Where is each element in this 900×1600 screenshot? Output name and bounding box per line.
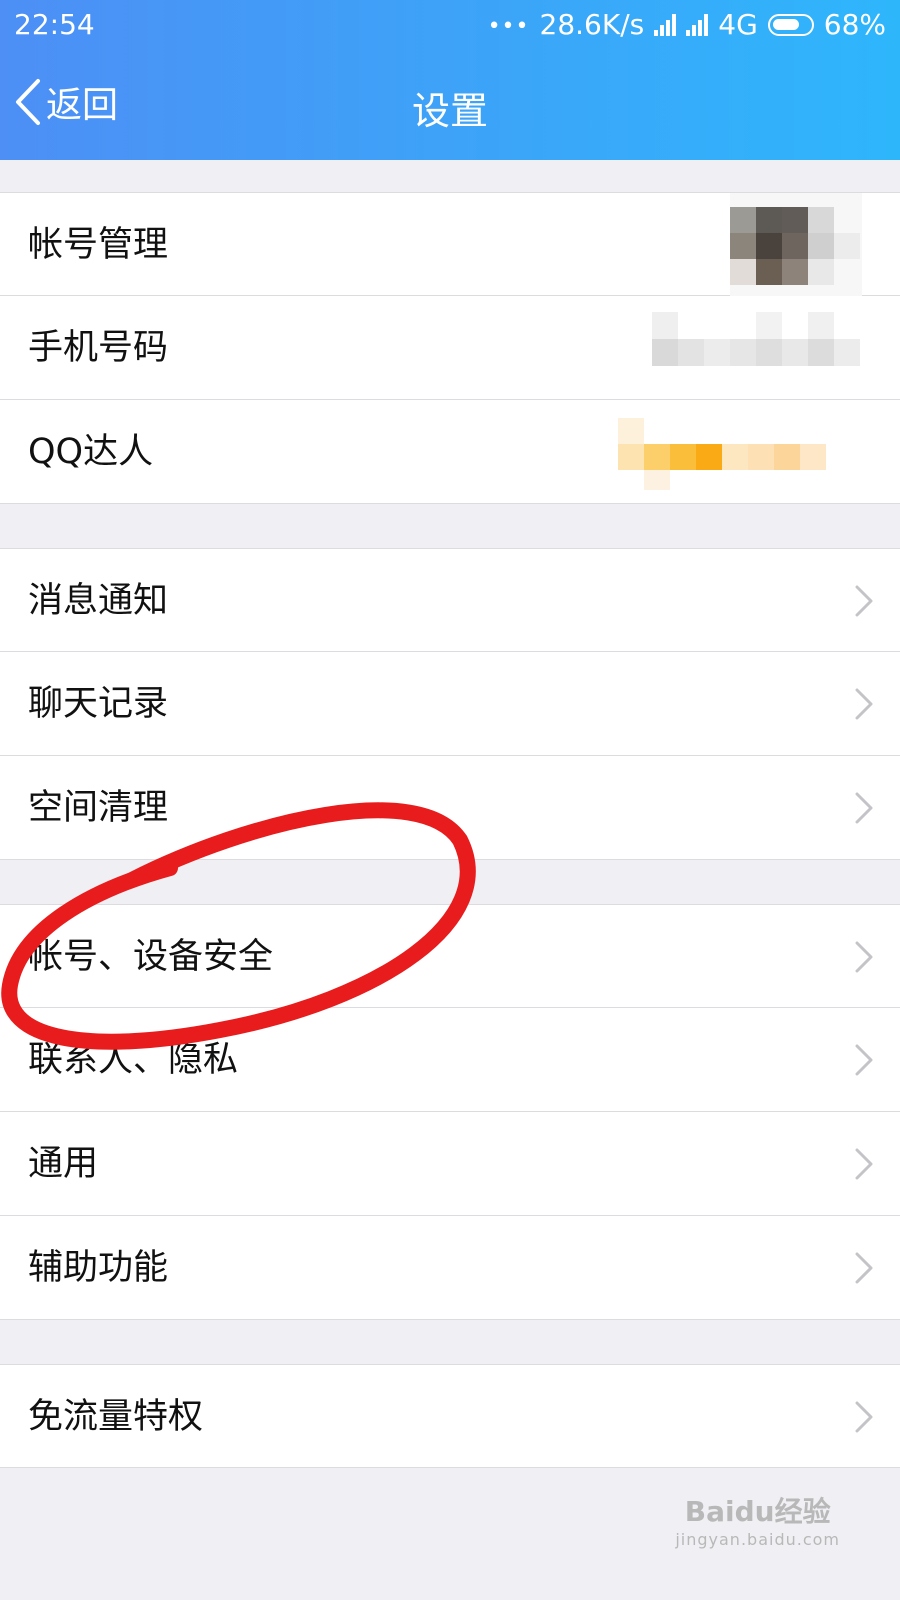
battery-level: 68%: [823, 8, 886, 41]
settings-item-label: 辅助功能: [28, 1248, 169, 1288]
status-indicators: ••• 28.6K/s 4G 68%: [488, 8, 886, 41]
status-bar: 22:54 ••• 28.6K/s 4G 68%: [0, 0, 900, 48]
settings-item-free-data-privilege[interactable]: 免流量特权: [0, 1364, 900, 1468]
settings-item-message-notification[interactable]: 消息通知: [0, 548, 900, 652]
chevron-right-icon: [855, 1252, 873, 1284]
chevron-right-icon: [855, 792, 873, 824]
network-type: 4G: [718, 8, 758, 41]
signal-icon: [654, 13, 677, 36]
signal-icon: [686, 13, 709, 36]
more-dots-icon: •••: [487, 14, 530, 39]
status-time: 22:54: [14, 8, 95, 41]
phone-number-value: [652, 312, 862, 366]
settings-item-chat-history[interactable]: 聊天记录: [0, 652, 900, 756]
chevron-right-icon: [855, 688, 873, 720]
settings-item-label: QQ达人: [28, 432, 154, 472]
settings-item-phone-number[interactable]: 手机号码: [0, 296, 900, 400]
settings-item-contacts-privacy[interactable]: 联系人、隐私: [0, 1008, 900, 1112]
settings-item-label: 手机号码: [28, 328, 169, 368]
qq-talent-badge: [618, 418, 828, 490]
settings-item-accessibility[interactable]: 辅助功能: [0, 1216, 900, 1320]
settings-item-account-device-security[interactable]: 帐号、设备安全: [0, 904, 900, 1008]
settings-item-label: 通用: [28, 1144, 99, 1184]
settings-item-label: 空间清理: [28, 788, 169, 828]
chevron-right-icon: [855, 1148, 873, 1180]
settings-item-label: 聊天记录: [28, 684, 169, 724]
settings-item-label: 联系人、隐私: [28, 1040, 239, 1080]
baidu-watermark: Baidu经验 jingyan.baidu.com: [675, 1490, 840, 1549]
settings-item-account-management[interactable]: 帐号管理: [0, 192, 900, 297]
chevron-right-icon: [855, 1401, 873, 1433]
chevron-right-icon: [855, 1044, 873, 1076]
chevron-right-icon: [855, 585, 873, 617]
settings-item-label: 消息通知: [28, 581, 169, 621]
settings-item-qq-talent[interactable]: QQ达人: [0, 400, 900, 504]
network-speed: 28.6K/s: [539, 8, 645, 41]
settings-item-label: 帐号管理: [28, 225, 169, 265]
watermark-url: jingyan.baidu.com: [675, 1530, 840, 1549]
header-bar: 22:54 ••• 28.6K/s 4G 68% 返回 设置: [0, 0, 900, 160]
battery-icon: [767, 13, 814, 36]
settings-item-space-cleanup[interactable]: 空间清理: [0, 756, 900, 860]
watermark-brand: Baidu经验: [684, 1495, 831, 1528]
chevron-right-icon: [855, 941, 873, 973]
avatar: [730, 193, 862, 297]
page-title: 设置: [411, 89, 488, 133]
settings-item-label: 帐号、设备安全: [28, 937, 274, 977]
settings-item-general[interactable]: 通用: [0, 1112, 900, 1216]
settings-item-label: 免流量特权: [28, 1397, 204, 1437]
